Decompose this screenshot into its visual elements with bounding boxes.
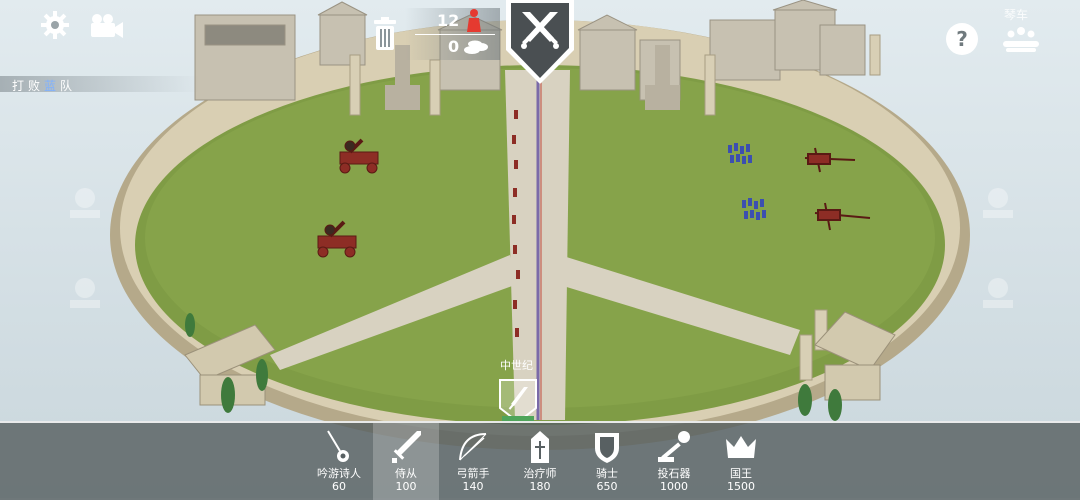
unit-archer[interactable]: 弓箭手 140 bbox=[440, 423, 506, 500]
shield-icon bbox=[593, 427, 621, 467]
unit-healer-name: 治疗师 bbox=[523, 467, 557, 480]
unit-archer-name: 弓箭手 bbox=[456, 467, 490, 480]
money-count: 0 bbox=[448, 37, 460, 56]
catapult-icon bbox=[656, 427, 692, 467]
lute-icon bbox=[324, 427, 354, 467]
unit-squire[interactable]: 侍从 100 bbox=[373, 423, 439, 500]
start-battle-swords-icon[interactable] bbox=[504, 0, 576, 84]
objective-team-blue: 蓝 bbox=[44, 79, 61, 93]
unit-squire-cost: 100 bbox=[395, 480, 417, 493]
unit-archer-cost: 140 bbox=[462, 480, 484, 493]
unit-bard-cost: 60 bbox=[332, 480, 346, 493]
objective-text-2: 队 bbox=[60, 79, 77, 93]
unit-catapult[interactable]: 投石器 1000 bbox=[641, 423, 707, 500]
unit-selection-bar: 吟游诗人 60 侍从 100 弓箭手 140 治疗师 180 骑士 650 投石… bbox=[0, 421, 1080, 500]
objective-label: 打败蓝队 bbox=[12, 77, 76, 94]
red-unit-icon bbox=[465, 8, 483, 36]
unit-healer-cost: 180 bbox=[529, 480, 551, 493]
video-camera-icon[interactable] bbox=[88, 12, 126, 40]
unit-king-cost: 1500 bbox=[727, 480, 755, 493]
unit-catapult-cost: 1000 bbox=[660, 480, 688, 493]
faction-label: 中世纪 bbox=[500, 359, 533, 372]
unit-king[interactable]: 国王 1500 bbox=[708, 423, 774, 500]
bow-icon bbox=[456, 427, 490, 467]
unit-catapult-name: 投石器 bbox=[657, 467, 691, 480]
settings-gear-icon[interactable] bbox=[38, 8, 72, 42]
unit-knight[interactable]: 骑士 650 bbox=[574, 423, 640, 500]
unit-squire-name: 侍从 bbox=[395, 467, 417, 480]
help-question-mark: ? bbox=[956, 27, 968, 51]
sword-icon bbox=[389, 427, 423, 467]
trash-clear-icon[interactable] bbox=[370, 16, 400, 52]
unit-bard[interactable]: 吟游诗人 60 bbox=[306, 423, 372, 500]
mitre-icon bbox=[527, 427, 553, 467]
objective-text-1: 打败 bbox=[12, 79, 45, 93]
crown-icon bbox=[724, 427, 758, 467]
unit-king-name: 国王 bbox=[730, 467, 752, 480]
war-machine-label: 琴车 bbox=[1004, 8, 1029, 22]
unit-knight-cost: 650 bbox=[596, 480, 618, 493]
unit-knight-name: 骑士 bbox=[596, 467, 618, 480]
unit-healer[interactable]: 治疗师 180 bbox=[507, 423, 573, 500]
help-button[interactable]: ? bbox=[946, 23, 978, 55]
faction-medieval-button[interactable] bbox=[498, 378, 538, 423]
crowd-units-icon[interactable] bbox=[1002, 24, 1040, 54]
unit-count: 12 bbox=[437, 11, 460, 30]
counter-divider bbox=[415, 34, 495, 35]
unit-bard-name: 吟游诗人 bbox=[317, 467, 361, 480]
coins-icon bbox=[463, 39, 489, 59]
